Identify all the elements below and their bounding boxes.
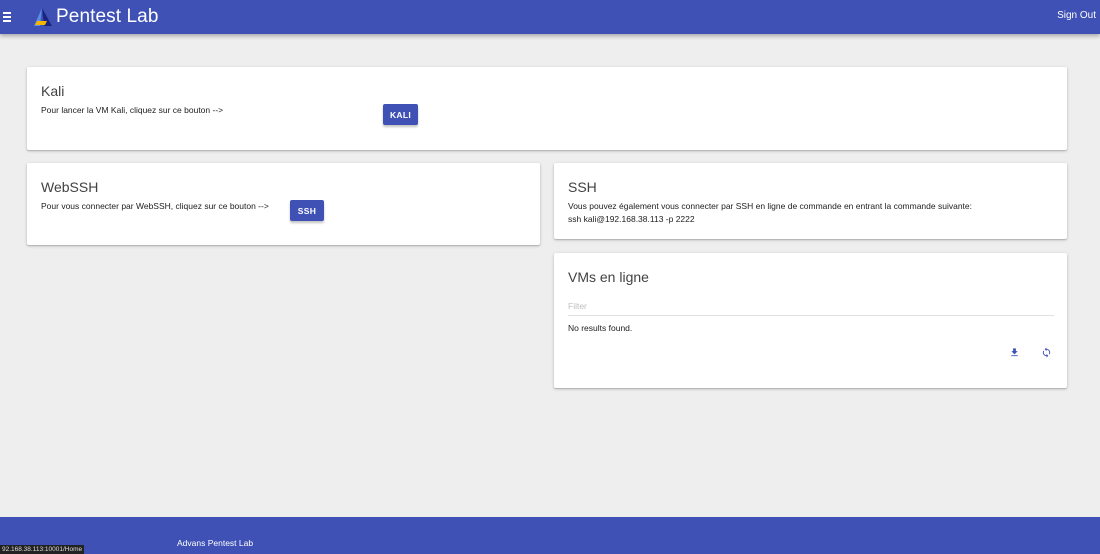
vms-card: VMs en ligne No results found. — [554, 253, 1067, 388]
status-bar-url: 92.168.38.113:10001/Home — [0, 545, 85, 554]
ssh-card: SSH Vous pouvez également vous connecter… — [554, 163, 1067, 239]
app-title[interactable]: Pentest Lab — [56, 6, 159, 28]
webssh-card: WebSSH Pour vous connecter par WebSSH, c… — [27, 163, 540, 245]
download-icon[interactable] — [1007, 345, 1021, 359]
footer: Advans Pentest Lab — [0, 517, 1100, 554]
webssh-card-title: WebSSH — [41, 179, 99, 195]
ssh-button[interactable]: SSH — [290, 200, 324, 221]
no-results-text: No results found. — [568, 323, 633, 333]
kali-card-title: Kali — [41, 83, 65, 99]
logo-icon — [34, 8, 52, 26]
kali-button[interactable]: KALI — [383, 104, 418, 125]
app-bar: Pentest Lab Sign Out — [0, 0, 1100, 34]
filter-input[interactable] — [568, 297, 1054, 316]
menu-icon[interactable] — [3, 10, 17, 24]
refresh-icon[interactable] — [1039, 345, 1053, 359]
vms-card-title: VMs en ligne — [568, 269, 649, 285]
kali-card-text: Pour lancer la VM Kali, cliquez sur ce b… — [41, 105, 224, 115]
ssh-card-text: Vous pouvez également vous connecter par… — [568, 201, 972, 211]
kali-card: Kali Pour lancer la VM Kali, cliquez sur… — [27, 67, 1067, 150]
ssh-command: ssh kali@192.168.38.113 -p 2222 — [568, 214, 695, 224]
webssh-card-text: Pour vous connecter par WebSSH, cliquez … — [41, 201, 269, 211]
ssh-card-title: SSH — [568, 179, 597, 195]
sign-out-link[interactable]: Sign Out — [1057, 10, 1096, 21]
footer-text: Advans Pentest Lab — [177, 538, 254, 548]
